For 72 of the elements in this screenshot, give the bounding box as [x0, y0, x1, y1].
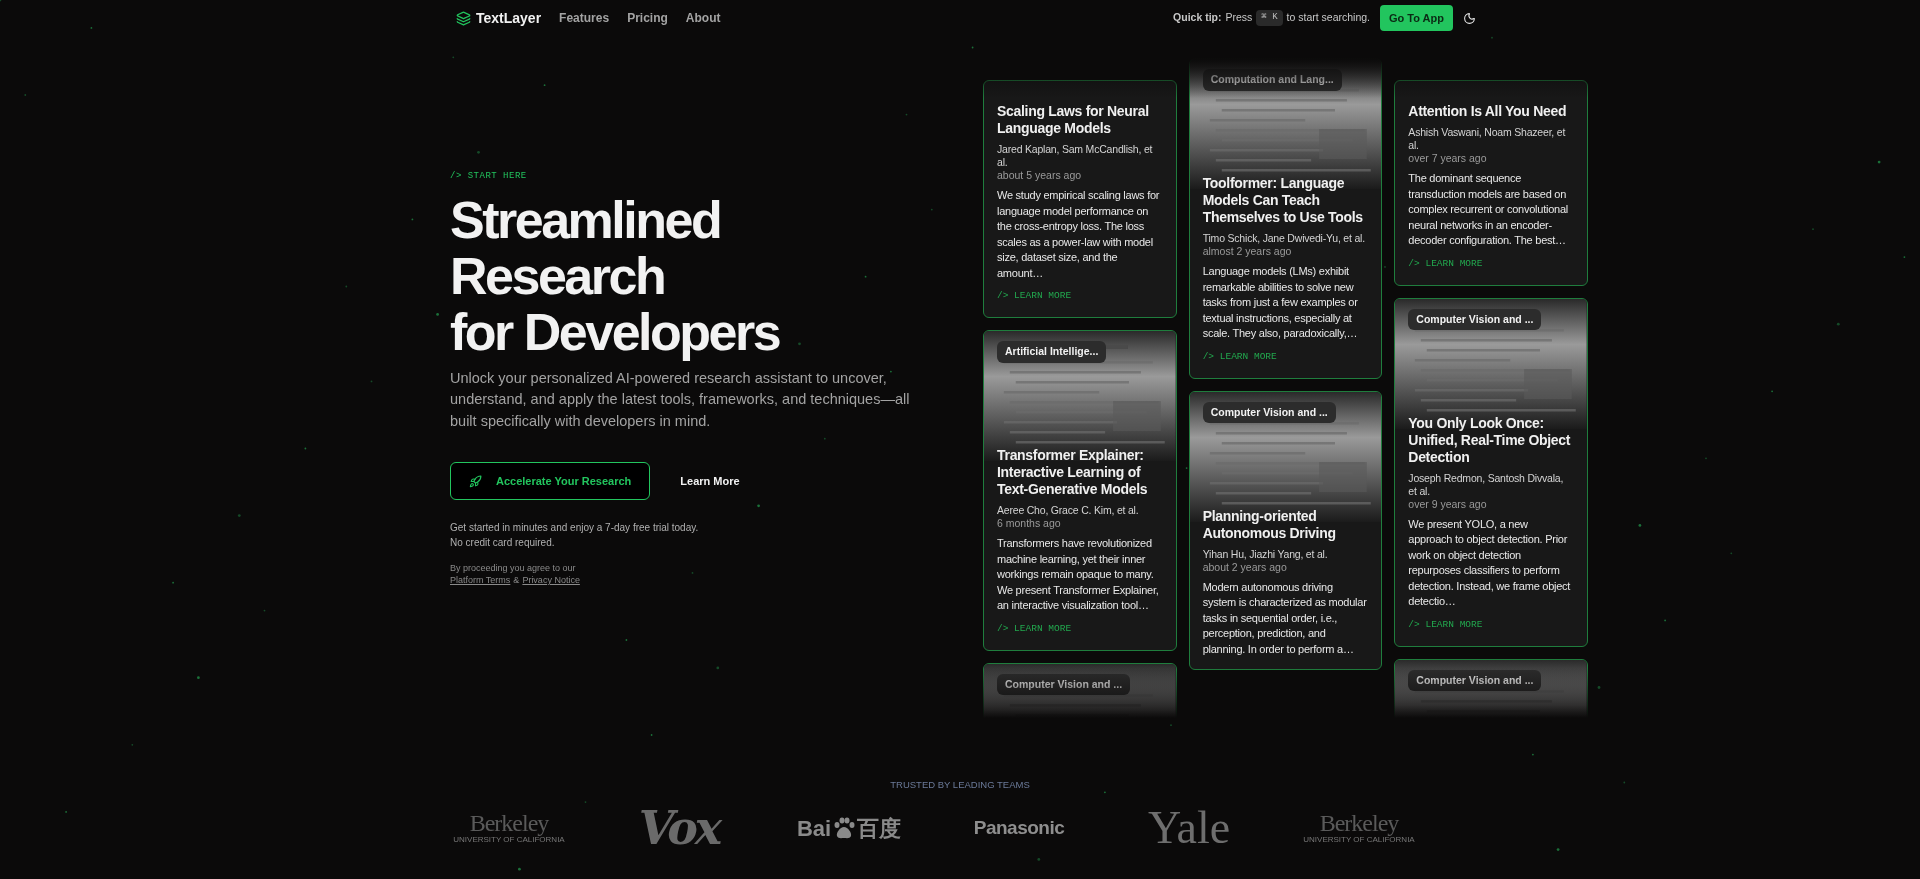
logo: Panasonic [973, 816, 1065, 840]
paper-title: You Only Look Once: Unified, Real-Time Object Detection [1408, 414, 1572, 466]
paper-title: Planning-oriented Autonomous Driving [1202, 507, 1337, 542]
layers-icon [456, 10, 471, 26]
paper-card[interactable] [1188, 58, 1383, 379]
paper-title: Transformer Explainer: Interactive Learning of Text-Generative Models [997, 447, 1149, 498]
logo: Berkeley UNIVERSITY OF CALIFORNIA [1303, 811, 1415, 846]
logo: Berkeley UNIVERSITY OF CALIFORNIA [453, 811, 565, 846]
paper-age: 6 months ago [997, 517, 1062, 530]
legal-text: By proceeding you agree to our [450, 562, 577, 574]
paper-title: Attention Is All You Need [1408, 103, 1568, 120]
paper-authors: Jared Kaplan, Sam McCandlish, et al. [997, 143, 1154, 169]
hero-subtitle: Unlock your personalized AI-powered research assistant to uncover, understand, and apply the latest tools, frameworks, and techniques—all built specifically with developers in mind. [450, 368, 911, 431]
paper-card[interactable]: Computer Vision and ... [1394, 658, 1588, 718]
category-badge: Computer Vision and ... [1408, 308, 1542, 331]
paper-authors: Aeree Cho, Grace C. Kim, et al. [997, 504, 1140, 517]
paper-age: over 7 years ago [1408, 152, 1488, 165]
paper-card[interactable] [983, 80, 1177, 318]
quick-tip-text: to start searching. [1286, 10, 1370, 26]
paper-authors: Yihan Hu, Jiazhi Yang, et al. [1202, 547, 1329, 561]
logo: Yale [1147, 805, 1231, 852]
hero-heading: Streamlined Research for Developers [450, 191, 781, 360]
nav-link[interactable]: Features [559, 9, 610, 27]
quick-tip-text: Press [1225, 10, 1253, 26]
paper-authors: Joseph Redmon, Santosh Divvala, et al. [1408, 471, 1565, 498]
paw-icon [832, 816, 857, 841]
category-badge: Computation and Lang... [1202, 69, 1342, 91]
nav-link[interactable]: Pricing [627, 9, 668, 27]
nav-link[interactable]: About [685, 9, 721, 27]
trusted-heading: TRUSTED BY LEADING TEAMS [890, 778, 1030, 792]
terms-link[interactable]: Platform Terms [450, 574, 511, 586]
learn-more-link[interactable]: /> LEARN MORE [1408, 256, 1483, 271]
learn-more-link[interactable]: Learn More [680, 472, 740, 490]
trial-note: Get started in minutes and enjoy a 7-day free trial today. No credit card required. [450, 521, 700, 550]
paper-title: Toolformer: Language Models Can Teach Themselves to Use Tools [1202, 175, 1364, 226]
paper-title: Scaling Laws for Neural Language Models [997, 103, 1150, 137]
logo: Bai 百度 [796, 816, 902, 841]
accelerate-button[interactable]: Accelerate Your Research [450, 462, 651, 500]
paper-age: almost 2 years ago [1202, 245, 1293, 258]
shortcut-key: ⌘ K [1256, 10, 1283, 26]
learn-more-link[interactable]: /> LEARN MORE [997, 289, 1072, 304]
paper-abstract: The dominant sequence transduction models are based on complex recurrent or convolutional neural networks in an encoder-decoder configuration. The best… [1408, 171, 1569, 248]
eyebrow-label: /> START HERE [450, 170, 528, 183]
paper-abstract: Transformers have revolutionized machine learning, yet their inner workings remain opaque to many. We present Transformer Explainer, an interactive visualization tool… [997, 536, 1160, 613]
paper-age: about 5 years ago [997, 169, 1083, 182]
category-badge: Artificial Intellige... [997, 341, 1107, 363]
learn-more-link[interactable]: /> LEARN MORE [1202, 349, 1277, 364]
brand-logo[interactable]: TextLayer [456, 7, 542, 29]
paper-abstract: Modern autonomous driving system is characterized as modular tasks in sequential order, i.e., perception, prediction, and planning. In order to perform a… [1202, 579, 1368, 657]
paper-age: over 9 years ago [1408, 497, 1488, 511]
category-badge: Computer Vision and ... [1408, 669, 1542, 692]
go-to-app-button[interactable]: Go To App [1380, 4, 1453, 32]
quick-tip-label: Quick tip: [1173, 10, 1222, 26]
ampersand: & [513, 574, 520, 586]
privacy-link[interactable]: Privacy Notice [522, 574, 580, 586]
learn-more-link[interactable]: /> LEARN MORE [997, 621, 1072, 636]
paper-authors: Timo Schick, Jane Dwivedi-Yu, et al. [1202, 232, 1366, 245]
paper-card[interactable] [1394, 297, 1588, 647]
category-badge: Computer Vision and ... [997, 673, 1131, 696]
paper-card[interactable]: Computer Vision and ... [983, 662, 1177, 718]
rocket-icon [469, 474, 482, 488]
logo: Vox [638, 805, 720, 852]
paper-card[interactable] [1394, 80, 1588, 286]
paper-abstract: We present YOLO, a new approach to object detection. Prior work on object detection repurposes classifiers to perform detection. Instead, we frame object detectio… [1408, 516, 1572, 609]
paper-abstract: We study empirical scaling laws for language model performance on the cross-entropy loss. The loss scales as a power-law with model size, dataset size, and the amount… [997, 188, 1161, 281]
moon-icon[interactable] [1463, 11, 1476, 25]
learn-more-link[interactable]: /> LEARN MORE [1408, 617, 1483, 632]
paper-card[interactable] [1188, 390, 1383, 670]
paper-authors: Ashish Vaswani, Noam Shazeer, et al. [1408, 126, 1567, 152]
paper-age: about 2 years ago [1202, 560, 1288, 574]
paper-card[interactable] [983, 330, 1177, 651]
paper-abstract: Language models (LMs) exhibit remarkable abilities to solve new tasks from just a few examples or textual instructions, especially at scale. They also, paradoxically,… [1202, 264, 1359, 341]
